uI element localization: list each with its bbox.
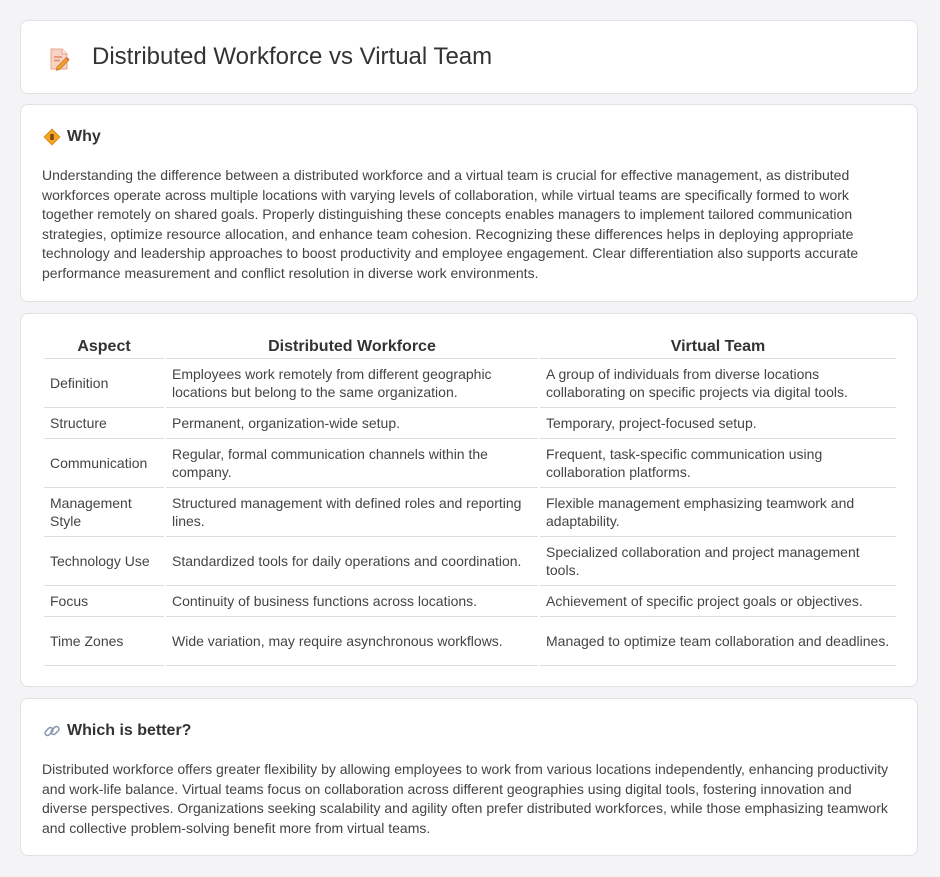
comparison-table: Aspect Distributed Workforce Virtual Tea… — [42, 336, 898, 666]
page-title: Distributed Workforce vs Virtual Team — [92, 43, 493, 70]
aspect-cell: Focus — [44, 586, 164, 617]
better-text: Distributed workforce offers greater fle… — [42, 761, 889, 836]
distributed-cell: Regular, formal communication channels w… — [166, 439, 538, 488]
aspect-cell: Communication — [44, 439, 164, 488]
title-card: Distributed Workforce vs Virtual Team — [20, 20, 918, 94]
aspect-cell: Time Zones — [44, 617, 164, 666]
comparison-section: Aspect Distributed Workforce Virtual Tea… — [20, 313, 918, 687]
header-distributed: Distributed Workforce — [166, 336, 538, 359]
virtual-cell: Managed to optimize team collaboration a… — [540, 617, 896, 666]
header-aspect: Aspect — [44, 336, 164, 359]
better-heading: Which is better? — [43, 722, 191, 740]
table-row: Technology Use Standardized tools for da… — [44, 537, 896, 586]
table-row: Focus Continuity of business functions a… — [44, 586, 896, 617]
why-title: Why — [67, 128, 101, 145]
better-title: Which is better? — [67, 722, 192, 739]
link-icon — [44, 725, 60, 737]
distributed-cell: Permanent, organization-wide setup. — [166, 408, 538, 439]
table-row: Management Style Structured management w… — [44, 488, 896, 537]
virtual-cell: Frequent, task-specific communication us… — [540, 439, 896, 488]
virtual-cell: Flexible management emphasizing teamwork… — [540, 488, 896, 537]
diamond-sign-icon — [43, 128, 61, 146]
distributed-cell: Standardized tools for daily operations … — [166, 537, 538, 586]
why-heading: Why — [43, 128, 101, 146]
why-section: Why Understanding the difference between… — [20, 104, 918, 302]
distributed-cell: Employees work remotely from different g… — [166, 359, 538, 408]
why-text: Understanding the difference between a d… — [42, 167, 859, 281]
document-pencil-icon — [50, 48, 70, 71]
header-virtual: Virtual Team — [540, 336, 896, 359]
table-row: Definition Employees work remotely from … — [44, 359, 896, 408]
virtual-cell: Specialized collaboration and project ma… — [540, 537, 896, 586]
aspect-cell: Management Style — [44, 488, 164, 537]
aspect-cell: Definition — [44, 359, 164, 408]
table-row: Time Zones Wide variation, may require a… — [44, 617, 896, 666]
table-row: Structure Permanent, organization-wide s… — [44, 408, 896, 439]
aspect-cell: Technology Use — [44, 537, 164, 586]
virtual-cell: A group of individuals from diverse loca… — [540, 359, 896, 408]
virtual-cell: Temporary, project-focused setup. — [540, 408, 896, 439]
table-row: Communication Regular, formal communicat… — [44, 439, 896, 488]
aspect-cell: Structure — [44, 408, 164, 439]
virtual-cell: Achievement of specific project goals or… — [540, 586, 896, 617]
distributed-cell: Wide variation, may require asynchronous… — [166, 617, 538, 666]
distributed-cell: Continuity of business functions across … — [166, 586, 538, 617]
which-better-section: Which is better? Distributed workforce o… — [20, 698, 918, 856]
distributed-cell: Structured management with defined roles… — [166, 488, 538, 537]
